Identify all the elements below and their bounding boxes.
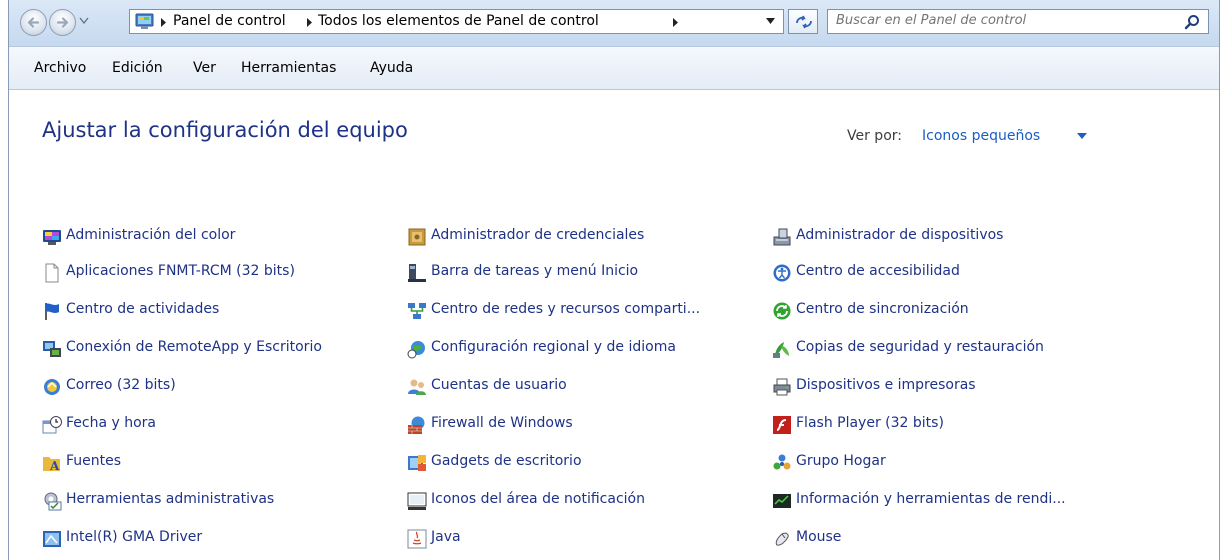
cp-item-label: Conexión de RemoteApp y Escritorio xyxy=(66,339,322,355)
breadcrumb-separator-icon[interactable] xyxy=(160,18,167,27)
breadcrumb-all-items[interactable]: Todos los elementos de Panel de control xyxy=(318,13,599,29)
search-box[interactable] xyxy=(827,9,1209,34)
view-by-dropdown-icon[interactable] xyxy=(1077,133,1087,140)
globe-clock-icon xyxy=(407,341,425,359)
address-field[interactable]: Panel de control Todos los elementos de … xyxy=(129,9,784,34)
homegroup-icon xyxy=(773,454,791,470)
cp-item-label: Administrador de credenciales xyxy=(431,227,645,243)
page-title: Ajustar la configuración del equipo xyxy=(42,118,408,142)
back-arrow-icon xyxy=(27,17,40,28)
users-icon xyxy=(408,379,426,395)
cp-item-label: Correo (32 bits) xyxy=(66,377,176,393)
vault-icon xyxy=(408,228,426,246)
breadcrumb-separator-icon[interactable] xyxy=(672,18,679,27)
cp-item-label: Administración del color xyxy=(66,227,236,243)
printer-icon xyxy=(773,378,791,396)
refresh-icon xyxy=(796,15,812,29)
blank-document-icon xyxy=(45,263,59,283)
cp-item-label: Java xyxy=(431,529,461,545)
remoteapp-icon xyxy=(43,341,61,357)
gadgets-icon xyxy=(408,455,426,471)
svg-text:A: A xyxy=(49,459,60,473)
cp-item-label: Dispositivos e impresoras xyxy=(796,377,976,393)
breadcrumb-control-panel[interactable]: Panel de control xyxy=(173,13,286,29)
address-history-dropdown-icon[interactable] xyxy=(766,18,775,25)
admin-tools-icon xyxy=(44,492,62,511)
color-monitor-icon xyxy=(43,230,61,245)
cp-item-label: Centro de accesibilidad xyxy=(796,263,960,279)
tray-icon xyxy=(407,492,427,510)
performance-icon xyxy=(773,494,791,508)
flag-icon xyxy=(45,303,59,320)
cp-item-label: Copias de seguridad y restauración xyxy=(796,339,1044,355)
calendar-clock-icon xyxy=(42,416,62,434)
network-icon xyxy=(408,303,426,319)
cp-item-label: Barra de tareas y menú Inicio xyxy=(431,263,639,279)
sync-icon xyxy=(773,302,791,320)
menu-herramientas[interactable]: Herramientas xyxy=(241,60,336,76)
cp-item-label: Fuentes xyxy=(66,453,122,469)
backup-icon xyxy=(773,342,789,358)
flash-icon xyxy=(773,416,791,434)
device-manager-icon xyxy=(773,228,791,246)
cp-item-label: Intel(R) GMA Driver xyxy=(66,529,203,545)
cp-item-label: Gadgets de escritorio xyxy=(431,453,582,469)
menu-archivo[interactable]: Archivo xyxy=(34,60,86,76)
cp-item-label: Mouse xyxy=(796,529,842,545)
cp-item-label: Aplicaciones FNMT-RCM (32 bits) xyxy=(66,263,295,279)
menu-ayuda[interactable]: Ayuda xyxy=(370,60,413,76)
cp-item-label: Herramientas administrativas xyxy=(66,491,275,507)
cp-item-label: Fecha y hora xyxy=(66,415,157,431)
cp-item-label: Iconos del área de notificación xyxy=(431,491,645,507)
forward-button[interactable] xyxy=(49,9,76,36)
cp-item-label: Cuentas de usuario xyxy=(431,377,567,393)
java-icon xyxy=(407,529,427,549)
address-toolbar: Panel de control Todos los elementos de … xyxy=(9,0,1219,46)
intel-icon xyxy=(43,531,61,547)
forward-arrow-icon xyxy=(56,17,69,28)
cp-item-label: Flash Player (32 bits) xyxy=(796,415,944,431)
cp-item-label: Centro de sincronización xyxy=(796,301,969,317)
cp-item-label: Centro de redes y recursos comparti... xyxy=(431,301,701,317)
cp-item-label: Firewall de Windows xyxy=(431,415,573,431)
menu-ver[interactable]: Ver xyxy=(193,60,216,76)
cp-item-label: Centro de actividades xyxy=(66,301,220,317)
cp-item-label: Configuración regional y de idioma xyxy=(431,339,676,355)
menu-bar: Archivo Edición Ver Herramientas Ayuda xyxy=(9,46,1219,90)
control-panel-window: Panel de control Todos los elementos de … xyxy=(8,0,1220,560)
mail-icon xyxy=(44,379,60,395)
cp-item-label: Grupo Hogar xyxy=(796,453,886,469)
taskbar-icon xyxy=(408,264,426,282)
breadcrumb-separator-icon[interactable] xyxy=(306,18,313,27)
view-by-label: Ver por: xyxy=(847,128,902,144)
control-panel-icon xyxy=(135,13,154,29)
search-icon[interactable] xyxy=(1184,14,1200,30)
recent-pages-dropdown-icon[interactable] xyxy=(79,17,89,25)
cp-item-label: Información y herramientas de rendi... xyxy=(796,491,1066,507)
view-by-selector[interactable]: Iconos pequeños xyxy=(922,128,1040,144)
menu-edicion[interactable]: Edición xyxy=(112,60,163,76)
back-button[interactable] xyxy=(20,9,47,36)
search-input[interactable] xyxy=(836,13,1166,28)
mouse-icon xyxy=(775,532,789,546)
firewall-icon xyxy=(408,416,425,434)
refresh-button[interactable] xyxy=(788,9,818,34)
accessibility-icon xyxy=(773,264,791,282)
fonts-folder-icon: A xyxy=(43,457,60,473)
cp-item-label: Administrador de dispositivos xyxy=(796,227,1004,243)
